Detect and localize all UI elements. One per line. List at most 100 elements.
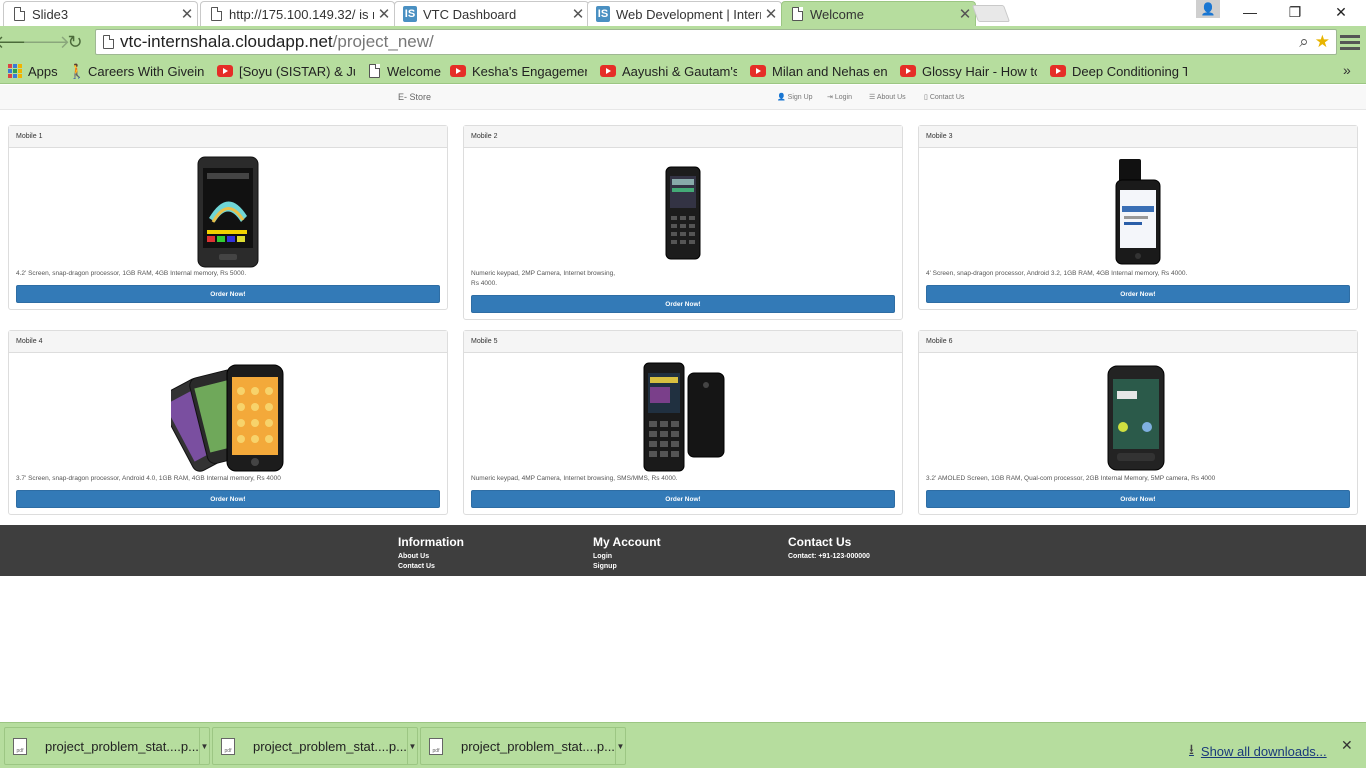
bookmark-label: Deep Conditioning Tre xyxy=(1072,63,1187,79)
pdf-file-icon: pdf xyxy=(13,737,27,755)
tab-title: VTC Dashboard xyxy=(423,6,517,22)
product-panel: Mobile 4 3.7' Screen, snap-dragon proces… xyxy=(8,330,448,515)
download-filename: project_problem_stat....p... xyxy=(461,738,615,754)
footer-link-login[interactable]: Login xyxy=(593,553,612,560)
address-bar[interactable]: vtc-internshala.cloudapp.net/project_new… xyxy=(95,29,1337,55)
chevron-right-icon[interactable]: » xyxy=(1343,62,1351,78)
nav-about[interactable]: ☰ About Us xyxy=(869,93,906,101)
zoom-icon[interactable]: ⌕ xyxy=(1299,32,1309,52)
browser-tab[interactable]: Slide3 ✕ xyxy=(3,1,198,26)
download-item[interactable]: pdf project_problem_stat....p... ▼ xyxy=(4,727,210,765)
login-icon: ⇥ xyxy=(827,94,833,101)
product-panel: Mobile 3 4' Screen, snap-dragon processo… xyxy=(918,125,1358,310)
chevron-down-icon[interactable]: ▼ xyxy=(198,728,209,764)
nav-label: Login xyxy=(834,94,852,101)
user-icon: 👤 xyxy=(777,94,786,101)
footer-link-contact[interactable]: Contact Us xyxy=(398,563,435,570)
chevron-down-icon[interactable]: ▼ xyxy=(614,728,625,764)
download-item[interactable]: pdf project_problem_stat....p... ▼ xyxy=(420,727,626,765)
bookmark-label: Apps xyxy=(28,63,58,79)
bookmarks-bar: Apps 🚶 Careers With Giveindia [Soyu (SIS… xyxy=(0,58,1366,84)
close-icon[interactable]: ✕ xyxy=(761,5,781,23)
tab-title: Web Development | Intern xyxy=(616,6,761,22)
minimize-button[interactable]: — xyxy=(1227,0,1273,24)
download-icon: ⭳ xyxy=(1189,741,1194,757)
show-all-downloads-link[interactable]: ⭳ Show all downloads... xyxy=(1189,739,1327,763)
new-tab-button[interactable] xyxy=(971,5,1011,22)
phone-image xyxy=(1107,365,1165,471)
footer-heading-contact: Contact Us xyxy=(788,535,852,549)
browser-tab[interactable]: http://175.100.149.32/ is n ✕ xyxy=(200,1,395,26)
phone-image xyxy=(197,156,259,268)
product-panel: Mobile 2 Numeric keypad, 2MP Camera, Int… xyxy=(463,125,903,320)
bookmark-apps[interactable]: Apps xyxy=(8,62,63,80)
nav-login[interactable]: ⇥ Login xyxy=(827,93,852,101)
order-now-button[interactable]: Order Now! xyxy=(926,490,1350,508)
profile-icon[interactable]: 👤 xyxy=(1196,0,1220,18)
star-icon[interactable]: ★ xyxy=(1315,32,1330,52)
order-now-button[interactable]: Order Now! xyxy=(16,490,440,508)
forward-icon[interactable]: 🡒 xyxy=(22,31,70,53)
footer-link-about[interactable]: About Us xyxy=(398,553,429,560)
bookmark-item[interactable]: Milan and Nehas enga xyxy=(750,62,887,80)
close-icon[interactable]: ✕ xyxy=(568,5,588,23)
nav-label: Sign Up xyxy=(787,94,813,101)
site-brand[interactable]: E- Store xyxy=(398,92,431,102)
browser-tab[interactable]: IS Web Development | Intern ✕ xyxy=(587,1,782,26)
pdf-file-icon: pdf xyxy=(429,737,443,755)
chevron-down-icon[interactable]: ▼ xyxy=(406,728,417,764)
bookmark-item[interactable]: Deep Conditioning Tre xyxy=(1050,62,1187,80)
order-now-button[interactable]: Order Now! xyxy=(471,295,895,313)
bookmark-item[interactable]: Welcome xyxy=(369,62,441,80)
tab-title: Welcome xyxy=(810,6,864,22)
footer-link-signup[interactable]: Signup xyxy=(593,563,617,570)
order-now-button[interactable]: Order Now! xyxy=(926,285,1350,303)
browser-tab-active[interactable]: Welcome ✕ xyxy=(781,1,976,26)
bookmark-label: Welcome xyxy=(387,63,441,79)
nav-contact[interactable]: ▯ Contact Us xyxy=(924,93,964,101)
internshala-icon: IS xyxy=(596,6,610,22)
youtube-icon xyxy=(900,65,916,77)
bookmark-item[interactable]: Aayushi & Gautam's S xyxy=(600,62,737,80)
product-title: Mobile 1 xyxy=(9,126,447,148)
product-panel: Mobile 5 Numeric keypad, 4MP Camera, Int… xyxy=(463,330,903,515)
product-title: Mobile 4 xyxy=(9,331,447,353)
youtube-icon xyxy=(217,65,233,77)
close-icon[interactable]: ✕ xyxy=(177,5,197,23)
phone-image xyxy=(643,362,725,472)
footer-contact-number: Contact: +91-123-000000 xyxy=(788,553,870,560)
nav-label: About Us xyxy=(876,94,906,101)
product-description: 4.2' Screen, snap-dragon processor, 1GB … xyxy=(16,270,247,277)
restore-button[interactable]: ❐ xyxy=(1272,0,1318,24)
downloads-shelf: pdf project_problem_stat....p... ▼ pdf p… xyxy=(0,722,1366,768)
order-now-button[interactable]: Order Now! xyxy=(16,285,440,303)
bookmark-item[interactable]: Glossy Hair - How to xyxy=(900,62,1037,80)
bookmark-label: Careers With Giveindia xyxy=(88,63,204,79)
browser-tab[interactable]: IS VTC Dashboard ✕ xyxy=(394,1,589,26)
phone-image xyxy=(171,364,284,472)
bookmark-label: Kesha's Engagement E xyxy=(472,63,587,79)
nav-signup[interactable]: 👤 Sign Up xyxy=(777,93,813,101)
site-navbar: E- Store 👤 Sign Up ⇥ Login ☰ About Us ▯ … xyxy=(0,85,1366,110)
close-icon[interactable]: ✕ xyxy=(1341,737,1353,754)
product-description: 3.2' AMOLED Screen, 1GB RAM, Qual-com pr… xyxy=(926,475,1216,482)
close-window-button[interactable]: ✕ xyxy=(1318,0,1364,24)
phone-icon: ▯ xyxy=(924,94,928,101)
order-now-button[interactable]: Order Now! xyxy=(471,490,895,508)
footer-heading-account: My Account xyxy=(593,535,661,549)
reload-icon[interactable]: ↻ xyxy=(63,31,87,53)
close-icon[interactable]: ✕ xyxy=(374,5,394,23)
document-icon xyxy=(369,64,380,78)
bookmark-label: Aayushi & Gautam's S xyxy=(622,63,737,79)
download-item[interactable]: pdf project_problem_stat....p... ▼ xyxy=(212,727,418,765)
page-icon xyxy=(103,35,114,49)
bookmark-item[interactable]: Kesha's Engagement E xyxy=(450,62,587,80)
apps-icon xyxy=(8,64,22,78)
chrome-menu-icon[interactable] xyxy=(1340,31,1360,53)
product-title: Mobile 5 xyxy=(464,331,902,353)
list-icon: ☰ xyxy=(869,94,876,101)
url-host: vtc-internshala.cloudapp.net xyxy=(120,32,333,51)
bookmark-item[interactable]: 🚶 Careers With Giveindia xyxy=(68,62,204,80)
youtube-icon xyxy=(1050,65,1066,77)
bookmark-item[interactable]: [Soyu (SISTAR) & Jung xyxy=(217,62,355,80)
